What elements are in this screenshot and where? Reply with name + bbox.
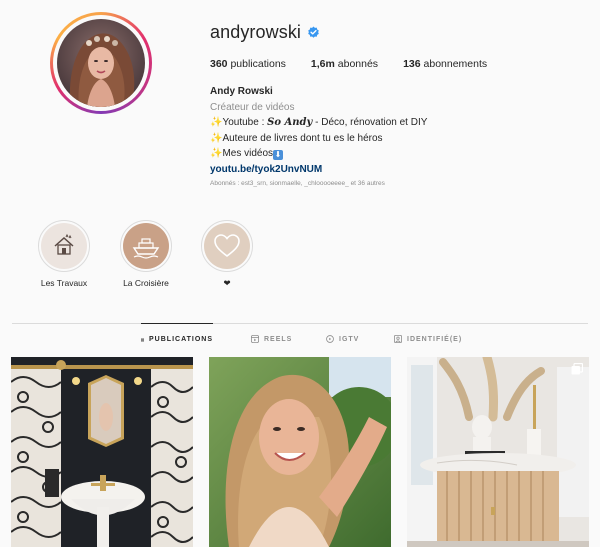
profile-bio: Andy Rowski Créateur de vidéos ✨Youtube … [210, 84, 427, 177]
following-count-label: abonnements [423, 58, 488, 70]
post-thumbnail[interactable] [11, 357, 193, 547]
story-highlights: Les Travaux La Croisière ❤ [0, 220, 600, 300]
highlight-la-croisiere[interactable]: La Croisière [106, 220, 186, 288]
bio-line-videos: ✨Mes vidéos ⬇ [210, 146, 427, 162]
bio-line-youtube-prefix: Youtube : [222, 117, 268, 128]
table-decor-photo [407, 357, 589, 547]
profile-tabs: PUBLICATIONS REELS IGTV IDENTIFIÉ(E) [12, 323, 588, 355]
bio-link[interactable]: youtu.be/tyok2UnvNUM [210, 162, 427, 178]
multiple-photos-icon [571, 363, 583, 375]
bio-line-youtube-suffix: - Déco, rénovation et DIY [312, 117, 428, 128]
profile-page: andyrowski 360 publications 1,6m abonnés… [0, 0, 600, 547]
highlight-les-travaux[interactable]: Les Travaux [24, 220, 104, 288]
tab-igtv[interactable]: IGTV [326, 323, 359, 355]
highlight-label: Les Travaux [40, 278, 88, 288]
profile-category: Créateur de vidéos [210, 101, 295, 113]
tab-label: IDENTIFIÉ(E) [407, 335, 463, 343]
selfie-photo [209, 357, 391, 547]
followers-count-label: abonnés [337, 58, 379, 70]
following-count-value: 136 [403, 58, 421, 70]
tab-label: PUBLICATIONS [149, 336, 213, 343]
posts-count-value: 360 [210, 58, 228, 70]
bio-line-videos-text: Mes vidéos [222, 148, 274, 159]
followed-by[interactable]: Abonnés : est3_srn, sionmaelle, _chloooo… [210, 180, 385, 187]
down-arrow-icon: ⬇ [273, 150, 284, 160]
heart-icon [214, 234, 240, 258]
tab-label: IGTV [339, 335, 360, 343]
profile-info: andyrowski 360 publications 1,6m abonnés… [210, 20, 590, 175]
avatar-image [57, 19, 145, 107]
bio-line-author: ✨Auteure de livres dont tu es le héros [210, 131, 427, 147]
full-name: Andy Rowski [210, 86, 273, 97]
highlight-heart[interactable]: ❤ [187, 220, 267, 289]
tab-reels[interactable]: REELS [251, 323, 292, 355]
followers-count[interactable]: 1,6m abonnés [311, 58, 378, 70]
verified-badge-icon [308, 26, 319, 38]
house-icon [54, 233, 74, 255]
following-count[interactable]: 136 abonnements [403, 58, 487, 70]
username-row: andyrowski [210, 20, 590, 44]
bio-line-author-text: Auteure de livres dont tu es le héros [222, 132, 383, 144]
profile-avatar[interactable] [50, 12, 152, 114]
reels-icon [251, 335, 259, 343]
bathroom-photo [11, 357, 193, 547]
posts-count[interactable]: 360 publications [210, 58, 286, 70]
tab-publications[interactable]: PUBLICATIONS [141, 323, 213, 355]
igtv-icon [326, 335, 334, 343]
highlight-label: La Croisière [123, 278, 169, 288]
posts-count-label: publications [230, 58, 286, 70]
highlight-label: ❤ [223, 278, 231, 288]
username: andyrowski [210, 21, 302, 42]
sparkles-icon: ✨ [210, 117, 223, 128]
grid-icon [141, 337, 145, 342]
tab-identifie[interactable]: IDENTIFIÉ(E) [394, 323, 462, 355]
bio-channel-name: So Andy [267, 117, 313, 128]
post-thumbnail[interactable] [407, 357, 589, 547]
post-thumbnail[interactable] [209, 357, 391, 547]
tagged-icon [394, 335, 402, 343]
sparkles-icon: ✨ [210, 132, 223, 144]
ship-icon [132, 238, 160, 259]
bio-line-youtube: ✨Youtube : So Andy - Déco, rénovation et… [210, 115, 427, 131]
sparkles-icon: ✨ [210, 148, 223, 159]
profile-stats: 360 publications 1,6m abonnés 136 abonne… [210, 58, 512, 70]
followers-count-value: 1,6m [310, 58, 335, 70]
tab-label: REELS [264, 335, 293, 343]
